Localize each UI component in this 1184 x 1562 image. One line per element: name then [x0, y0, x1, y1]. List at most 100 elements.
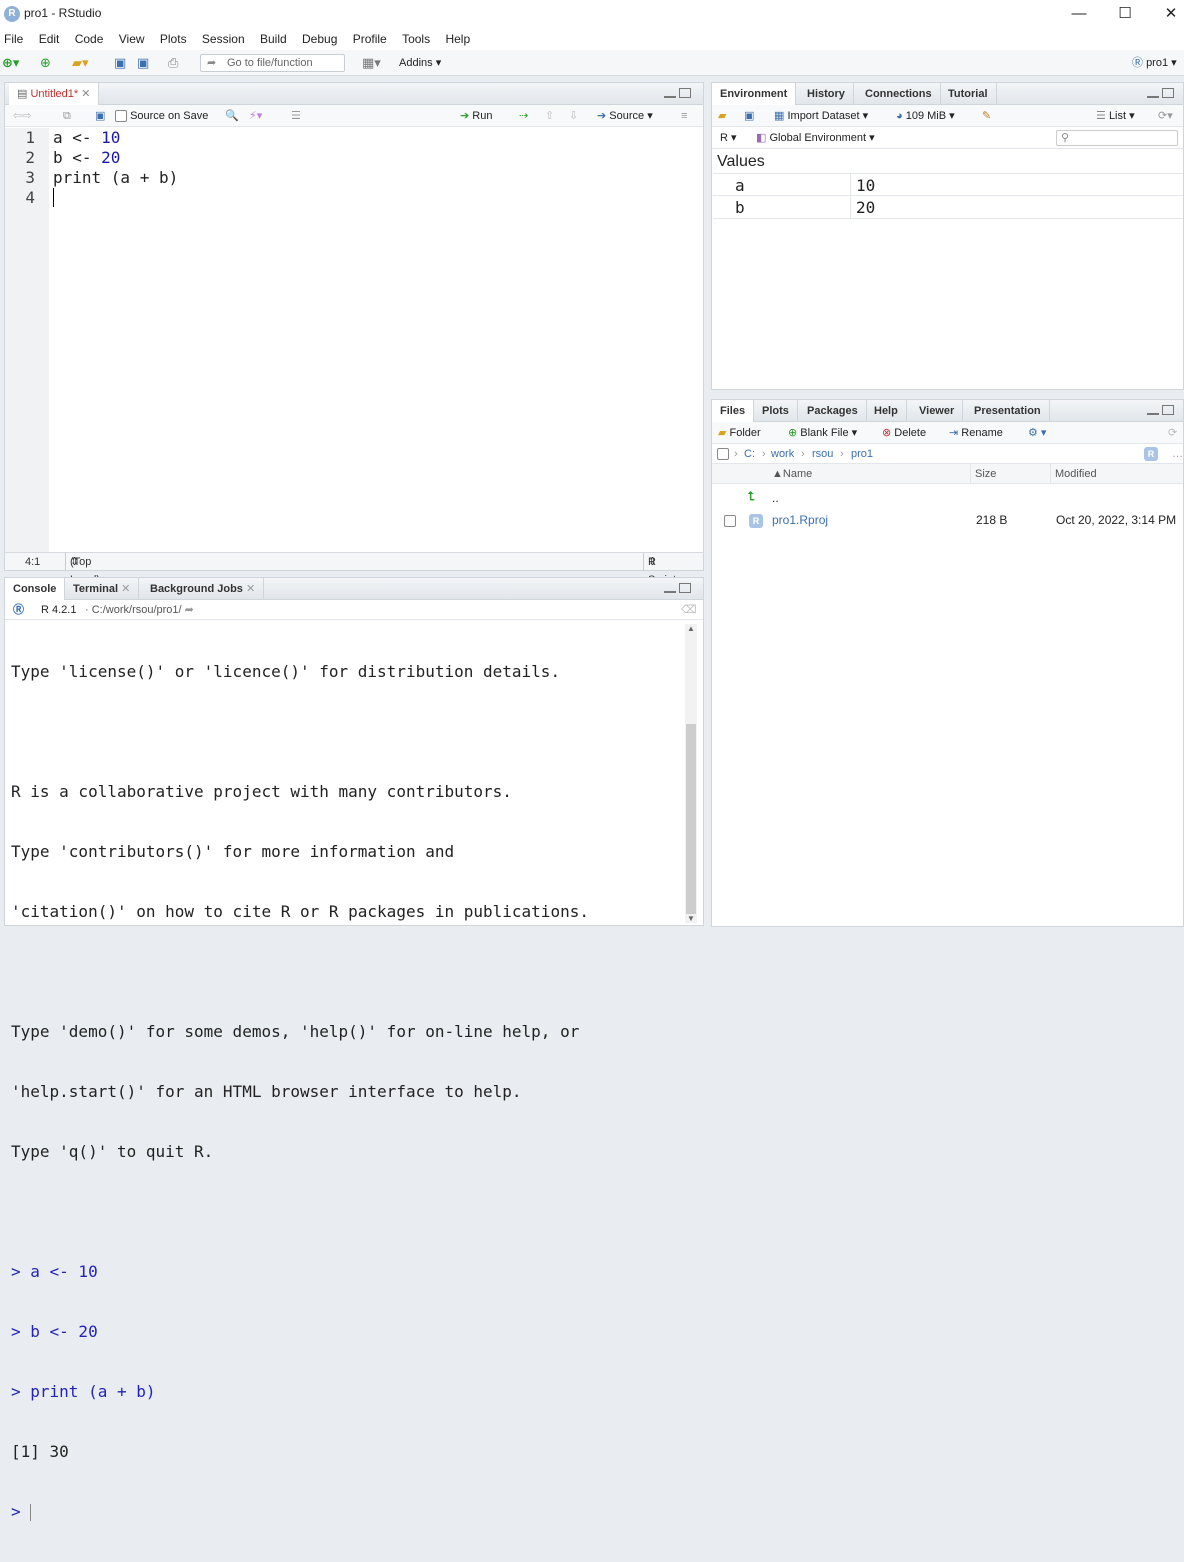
menu-help[interactable]: Help [441, 28, 470, 50]
refresh-icon[interactable]: ⟳▾ [1158, 105, 1173, 127]
menu-code[interactable]: Code [71, 28, 104, 50]
tab-files[interactable]: Files [712, 400, 755, 423]
rename-button[interactable]: ⇥ Rename [949, 422, 1003, 444]
new-file-icon[interactable]: ⊕▾ [2, 50, 19, 76]
env-row[interactable]: a 10 [713, 173, 1183, 196]
blank-file-button[interactable]: ⊕ Blank File ▾ [788, 422, 857, 444]
tab-presentation[interactable]: Presentation [966, 400, 1050, 422]
code-line[interactable]: a <- 10 [53, 128, 120, 148]
source-button[interactable]: ➔ Source ▾ [597, 105, 653, 127]
col-size-header[interactable]: Size [970, 464, 996, 484]
clear-broom-icon[interactable]: ✎ [982, 105, 991, 127]
editor-save-icon[interactable]: ▣ [95, 105, 105, 127]
file-row[interactable]: R pro1.Rproj 218 B Oct 20, 2022, 3:14 PM [712, 508, 1183, 532]
project-r-icon[interactable]: R [1144, 444, 1158, 464]
menu-tools[interactable]: Tools [398, 28, 430, 50]
back-forward-icon[interactable]: ⇦⇨ [13, 105, 31, 127]
crumb-pro1[interactable]: pro1 [851, 444, 873, 464]
tab-environment[interactable]: Environment [712, 83, 797, 106]
env-row[interactable]: b 20 [713, 196, 1183, 219]
tab-viewer[interactable]: Viewer [911, 400, 964, 422]
editor-options-icon[interactable]: ≡ [681, 105, 687, 127]
code-line[interactable]: print (a + b) [53, 168, 178, 188]
close-tab-icon[interactable]: ✕ [81, 88, 90, 100]
print-icon[interactable]: ⎙ [168, 50, 178, 76]
console-scrollbar[interactable]: ▲ ▼ [685, 624, 697, 923]
tab-background-jobs[interactable]: Background Jobs ✕ [142, 578, 265, 600]
menu-debug[interactable]: Debug [298, 28, 337, 50]
more-icon[interactable]: … [1172, 444, 1183, 464]
env-search-input[interactable]: ⚲ [1056, 130, 1178, 146]
tab-packages[interactable]: Packages [799, 400, 867, 422]
close-button[interactable]: ✕ [1148, 0, 1184, 28]
tab-tutorial[interactable]: Tutorial [940, 83, 997, 105]
project-menu[interactable]: Ⓡ pro1 ▾ [1132, 50, 1177, 76]
go-down-icon[interactable]: ⇩ [569, 105, 578, 127]
magic-wand-icon[interactable]: ⚡▾ [249, 105, 262, 127]
tab-connections[interactable]: Connections [857, 83, 941, 105]
import-dataset-button[interactable]: ▦ Import Dataset ▾ [774, 105, 868, 127]
tab-help[interactable]: Help [866, 400, 907, 422]
col-modified-header[interactable]: Modified [1050, 464, 1097, 484]
load-workspace-icon[interactable]: ▰ [718, 105, 726, 127]
file-type-selector[interactable]: R Script ⇕ [643, 553, 676, 586]
tab-terminal[interactable]: Terminal ✕ [65, 578, 140, 600]
memory-usage[interactable]: ◕ 109 MiB ▾ [896, 105, 955, 127]
clear-console-icon[interactable]: ⌫ [681, 600, 697, 620]
select-all-checkbox[interactable] [717, 444, 729, 464]
addins-menu[interactable]: Addins ▾ [399, 50, 441, 76]
save-workspace-icon[interactable]: ▣ [744, 105, 754, 127]
console-path[interactable]: · C:/work/rsou/pro1/ ➦ [85, 600, 194, 620]
refresh-icon[interactable]: ⟳ [1168, 422, 1177, 444]
console-prompt-line[interactable]: > [11, 1502, 589, 1522]
go-up-icon[interactable]: ⇧ [545, 105, 554, 127]
editor-minmax[interactable] [661, 88, 691, 101]
file-checkbox[interactable] [724, 508, 736, 532]
run-button[interactable]: ➔ Run [460, 105, 492, 127]
files-breadcrumb: › C: › work › rsou › pro1 R … [712, 444, 1183, 464]
gear-icon[interactable]: ⚙ ▾ [1028, 422, 1046, 444]
tab-untitled1[interactable]: ▤ Untitled1* ✕ [9, 83, 100, 106]
language-selector[interactable]: R ▾ [720, 127, 737, 149]
menu-plots[interactable]: Plots [156, 28, 187, 50]
grid-layout-icon[interactable]: ▦▾ [362, 50, 381, 76]
console-minmax[interactable] [661, 583, 691, 596]
col-name-header[interactable]: ▲ Name [772, 464, 812, 484]
goto-file-input[interactable]: ➦ Go to file/function [200, 54, 345, 72]
menu-session[interactable]: Session [198, 28, 245, 50]
scope-selector[interactable]: (Top Level) ⇕ [65, 553, 100, 586]
new-project-icon[interactable]: ⊕ [40, 50, 51, 76]
file-name-link[interactable]: pro1.Rproj [772, 508, 828, 532]
crumb-rsou[interactable]: rsou [812, 444, 833, 464]
show-in-window-icon[interactable]: ⧉ [63, 105, 71, 127]
search-icon[interactable]: 🔍 [225, 105, 239, 127]
menu-view[interactable]: View [115, 28, 145, 50]
menu-build[interactable]: Build [256, 28, 287, 50]
menu-profile[interactable]: Profile [349, 28, 387, 50]
new-folder-button[interactable]: ▰ Folder [718, 422, 761, 444]
scope-selector[interactable]: ◧ Global Environment ▾ [756, 127, 875, 149]
delete-button[interactable]: ⊗ Delete [882, 422, 926, 444]
list-view-selector[interactable]: ☰ List ▾ [1096, 105, 1135, 127]
files-minmax[interactable] [1144, 405, 1174, 418]
env-minmax[interactable] [1144, 88, 1174, 101]
scroll-thumb[interactable] [686, 724, 696, 914]
crumb-work[interactable]: work [771, 444, 794, 464]
tab-history[interactable]: History [799, 83, 854, 105]
open-folder-icon[interactable]: ▰▾ [72, 50, 89, 76]
outline-icon[interactable]: ☰ [291, 105, 301, 127]
minimize-button[interactable]: — [1056, 0, 1102, 28]
save-all-icon[interactable]: ▣ [137, 50, 149, 76]
parent-dir-row[interactable]: ⮤ .. [712, 484, 1183, 508]
console-output[interactable]: Type 'license()' or 'licence()' for dist… [11, 622, 589, 1562]
source-on-save-toggle[interactable]: Source on Save [115, 105, 208, 127]
maximize-button[interactable]: ☐ [1102, 0, 1148, 28]
code-line[interactable]: b <- 20 [53, 148, 120, 168]
save-icon[interactable]: ▣ [114, 50, 126, 76]
crumb-drive[interactable]: C: [744, 444, 755, 464]
tab-console[interactable]: Console [5, 578, 66, 601]
menu-edit[interactable]: Edit [35, 28, 60, 50]
tab-plots[interactable]: Plots [754, 400, 798, 422]
rerun-icon[interactable]: ⇢ [519, 105, 528, 127]
menu-file[interactable]: File [0, 28, 23, 50]
